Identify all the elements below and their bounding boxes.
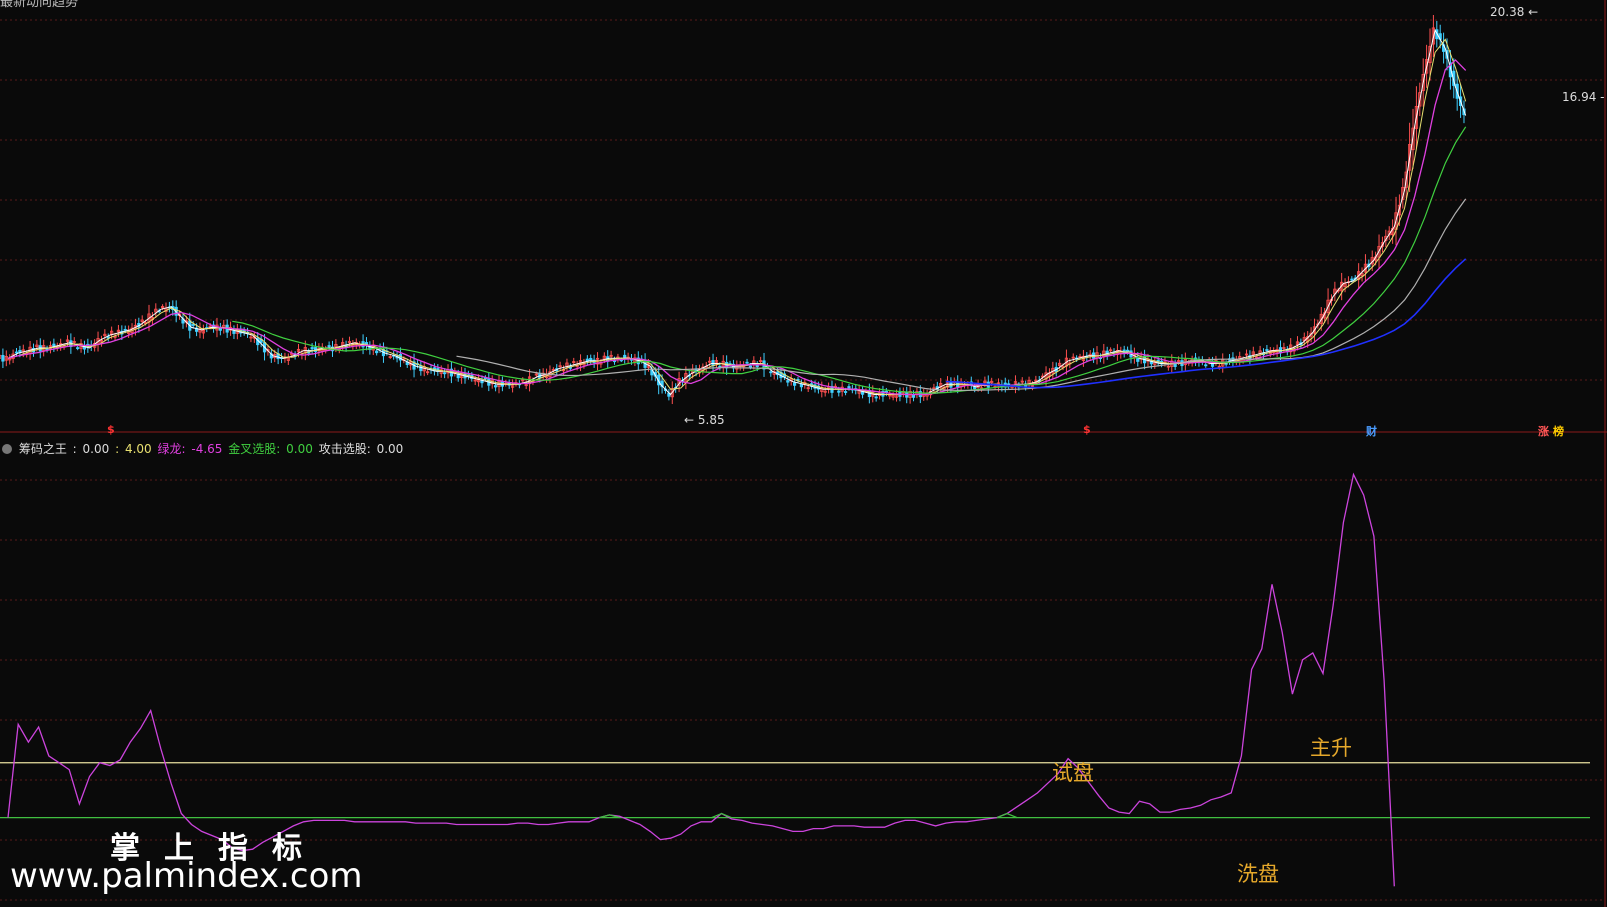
candle-body (755, 365, 759, 368)
cross-signal-mark (996, 812, 1018, 819)
ma10-line (7, 38, 1467, 395)
signal-marker-s2: $ (1083, 423, 1091, 436)
moving-average-lines (7, 28, 1467, 396)
attack-label: 攻击选股: (318, 442, 371, 456)
indicator-value-2: 4.00 (124, 442, 152, 456)
candle-body (748, 365, 753, 368)
green-dragon-value: -4.65 (191, 442, 223, 456)
candle-body (375, 350, 379, 354)
indicator-value-1: 0.00 (82, 442, 110, 456)
candle-body (843, 391, 848, 393)
cross-signal-mark (711, 812, 732, 819)
signal-marker-s1: $ (107, 423, 115, 436)
candle-body (1, 355, 5, 362)
annotation-trial: 试盘 (1052, 761, 1094, 785)
candle-body (76, 347, 80, 350)
ma5-line (7, 28, 1467, 396)
candlestick-series (0, 15, 1466, 405)
candle-body (1265, 349, 1269, 351)
candle-body (745, 361, 749, 364)
candle-body (419, 365, 423, 372)
candle-body (623, 354, 627, 359)
low-price-label: ← 5.85 (684, 413, 725, 427)
candle-body (310, 347, 314, 350)
candle-body (1149, 361, 1153, 365)
ma20-line (7, 59, 1467, 396)
last-price-label: 16.94 - (1562, 90, 1605, 104)
candle-body (973, 386, 977, 390)
candle-body (847, 386, 851, 389)
window-title: 最新动向趋势 (0, 0, 79, 10)
candle-body (493, 385, 498, 388)
candle-body (232, 330, 236, 334)
candle-body (443, 372, 447, 375)
candle-body (1125, 349, 1130, 352)
candle-body (769, 371, 773, 374)
indicator-toggle-icon[interactable] (2, 444, 12, 454)
candle-body (874, 396, 878, 399)
attack-value: 0.00 (376, 442, 404, 456)
finance-marker: 财 (1366, 425, 1377, 438)
grid-lines (0, 19, 1605, 901)
green-dragon-label: 绿龙: (157, 442, 186, 456)
candle-body (793, 382, 797, 386)
candle-body (1204, 364, 1208, 367)
candle-body (327, 345, 331, 347)
candle-body (786, 380, 790, 383)
annotation-wash: 洗盘 (1237, 862, 1279, 886)
watermark-url: www.palmindex.com (10, 856, 363, 896)
golden-cross-value: 0.00 (286, 442, 313, 456)
ma250-line (945, 258, 1467, 389)
candle-body (589, 357, 593, 361)
indicator-name: 筹码之王 (18, 442, 67, 456)
golden-cross-label: 金叉选股: (228, 442, 281, 456)
high-price-label: 20.38 ← (1490, 5, 1539, 19)
candle-body (837, 390, 841, 393)
annotation-main-rise: 主升 (1310, 736, 1352, 760)
candle-body (0, 354, 2, 359)
candle-body (191, 324, 195, 326)
limit-up-marker: 涨 (1538, 425, 1549, 438)
candle-body (14, 351, 19, 354)
indicator-legend: 筹码之王 : 0.00 : 4.00 绿龙: -4.65 金叉选股: 0.00 … (0, 440, 405, 456)
rank-marker: 榜 (1553, 425, 1564, 438)
candle-body (1350, 278, 1354, 281)
candle-body (123, 328, 127, 331)
